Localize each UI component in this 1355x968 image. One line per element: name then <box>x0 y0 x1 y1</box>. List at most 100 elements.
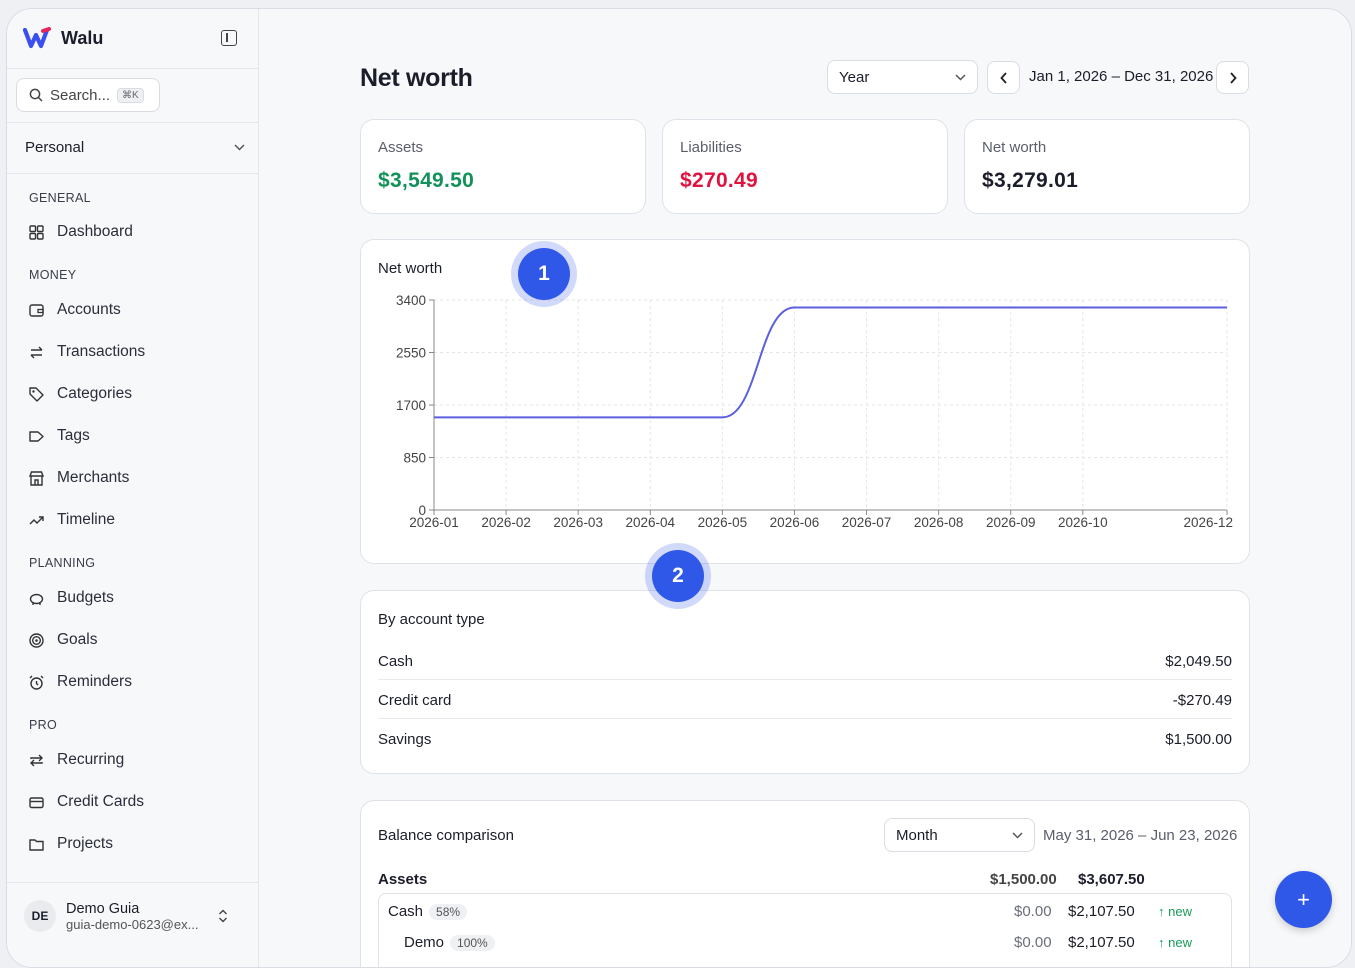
row-curr: $2,107.50 <box>1068 903 1135 920</box>
arrow-up-icon: ↑ <box>1158 935 1165 950</box>
sidebar-item-label: Categories <box>57 385 132 402</box>
step-marker-2[interactable]: 2 <box>652 550 704 602</box>
sidebar-item-recurring[interactable]: Recurring <box>28 751 124 769</box>
search-input[interactable]: Search... ⌘K <box>16 78 160 112</box>
sidebar-item-label: Accounts <box>57 301 121 318</box>
sidebar-item-budgets[interactable]: Budgets <box>28 589 114 607</box>
period-select-value: Year <box>839 68 870 86</box>
change-label: new <box>1168 935 1192 950</box>
sidebar-item-label: Timeline <box>57 511 115 528</box>
row-value: $2,049.50 <box>1165 653 1232 670</box>
chevron-down-icon <box>955 73 966 81</box>
tag-icon <box>29 386 44 402</box>
net-worth-label: Net worth <box>982 139 1047 156</box>
x-tick-label: 2026-10 <box>1058 515 1108 530</box>
x-tick-label: 2026-05 <box>698 515 748 530</box>
trend-icon <box>29 515 44 524</box>
sidebar-item-merchants[interactable]: Merchants <box>28 469 129 487</box>
sidebar-item-accounts[interactable]: Accounts <box>28 301 121 319</box>
row-label: Credit card <box>378 692 452 709</box>
account-type-row: Savings $1,500.00 <box>378 731 1232 748</box>
assets-group-label: Assets <box>378 871 428 888</box>
y-tick-label: 850 <box>403 451 426 466</box>
section-pro: PRO <box>29 718 57 732</box>
y-tick-label: 1700 <box>396 398 426 413</box>
sidebar-item-transactions[interactable]: Transactions <box>28 343 145 361</box>
sidebar: Walu Search... ⌘K Personal GENERAL Dashb… <box>7 9 259 967</box>
sidebar-item-label: Recurring <box>57 751 125 768</box>
label-icon <box>29 430 44 442</box>
brand[interactable]: Walu <box>23 27 103 49</box>
target-icon <box>29 632 44 648</box>
assets-group-curr: $3,607.50 <box>1078 871 1145 888</box>
balance-row[interactable]: Demo 100% <box>404 934 495 951</box>
assets-group-table: Cash 58% $0.00 $2,107.50 ↑ new Demo 100% $… <box>378 893 1232 967</box>
app-name: Walu <box>61 27 104 48</box>
search-placeholder: Search... <box>50 86 111 104</box>
balance-row[interactable]: Cash 58% <box>388 903 468 920</box>
row-prev: $0.00 <box>1014 934 1052 951</box>
assets-value: $3,549.50 <box>378 169 475 192</box>
section-money: MONEY <box>29 268 77 282</box>
sidebar-item-label: Merchants <box>57 469 130 486</box>
walu-logo-icon <box>23 27 51 49</box>
assets-label: Assets <box>378 139 424 156</box>
sidebar-item-credit-cards[interactable]: Credit Cards <box>28 793 144 811</box>
comparison-period-value: Month <box>896 826 938 844</box>
x-tick-label: 2026-07 <box>842 515 892 530</box>
comparison-range: May 31, 2026 – Jun 23, 2026 <box>1043 827 1238 844</box>
net-worth-value: $3,279.01 <box>982 169 1079 192</box>
net-worth-series-line <box>434 306 1227 419</box>
row-label: Savings <box>378 731 432 748</box>
search-shortcut: ⌘K <box>117 87 144 103</box>
prev-period-button[interactable] <box>987 61 1020 94</box>
step-marker-1[interactable]: 1 <box>518 248 570 300</box>
net-worth-card: Net worth $3,279.01 <box>964 119 1250 214</box>
sidebar-item-reminders[interactable]: Reminders <box>28 673 132 691</box>
store-icon <box>28 470 45 486</box>
sidebar-item-goals[interactable]: Goals <box>28 631 98 649</box>
chevron-updown-icon <box>219 909 228 923</box>
row-label: Demo <box>404 934 445 951</box>
balance-comparison-card: Balance comparison Month May 31, 2026 – … <box>360 800 1250 967</box>
workspace-label: Personal <box>25 139 85 156</box>
sidebar-item-categories[interactable]: Categories <box>28 385 132 403</box>
sidebar-item-tags[interactable]: Tags <box>28 427 90 445</box>
piggy-icon <box>29 593 44 605</box>
workspace-selector[interactable]: Personal <box>25 139 245 156</box>
next-period-button[interactable] <box>1216 61 1249 94</box>
date-range-label: Jan 1, 2026 – Dec 31, 2026 <box>1029 68 1214 85</box>
y-tick-label: 3400 <box>396 293 426 308</box>
app-window: Walu Search... ⌘K Personal GENERAL Dashb… <box>6 8 1352 968</box>
sidebar-item-projects[interactable]: Projects <box>28 835 113 853</box>
row-value: -$270.49 <box>1172 692 1232 709</box>
section-planning: PLANNING <box>29 556 96 570</box>
account-type-row: Cash $2,049.50 <box>378 653 1232 670</box>
x-tick-label: 2026-06 <box>770 515 820 530</box>
row-prev: $0.00 <box>1014 903 1052 920</box>
change-indicator: ↑ new <box>1158 935 1192 950</box>
page-title: Net worth <box>360 64 473 92</box>
collapse-sidebar-icon[interactable] <box>221 30 237 46</box>
main-content: Net worth Year Jan 1, 2026 – Dec 31, 202… <box>259 9 1351 967</box>
wallet-icon <box>29 303 44 317</box>
net-worth-chart-card: Net worth 0 850 1700 2550 3400 2026-01 2026-02… <box>360 239 1250 564</box>
sidebar-item-timeline[interactable]: Timeline <box>28 511 115 529</box>
change-indicator: ↑ new <box>1158 904 1192 919</box>
change-label: new <box>1168 904 1192 919</box>
sidebar-item-label: Dashboard <box>57 223 133 240</box>
divider <box>7 68 259 69</box>
net-worth-chart: 08501700255034002026-01 2026-02 2026-03 202… <box>396 293 1233 530</box>
add-button[interactable]: + <box>1275 871 1332 928</box>
x-tick-label: 2026-02 <box>481 515 531 530</box>
user-menu[interactable]: DE Demo Guia guia-demo-0623@ex... <box>24 900 228 932</box>
sidebar-item-dashboard[interactable]: Dashboard <box>28 223 133 241</box>
liabilities-label: Liabilities <box>680 139 742 156</box>
user-email: guia-demo-0623@ex... <box>66 916 199 932</box>
period-select[interactable]: Year <box>827 60 978 94</box>
comparison-period-select[interactable]: Month <box>884 818 1035 852</box>
by-account-type-card: By account type Cash $2,049.50 Credit ca… <box>360 590 1250 774</box>
sidebar-item-label: Reminders <box>57 673 132 690</box>
percent-badge: 58% <box>429 904 468 920</box>
chevron-down-icon <box>234 144 245 151</box>
